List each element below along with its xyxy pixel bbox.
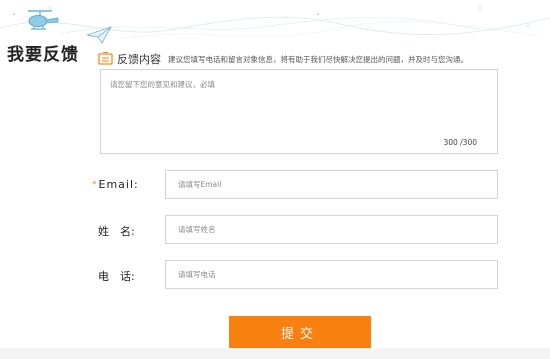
email-placeholder: 请填写Email xyxy=(178,180,222,189)
email-label-text: Email: xyxy=(98,178,139,191)
name-field[interactable]: 请填写姓名 xyxy=(165,215,498,244)
page-title: 我要反馈 xyxy=(7,45,79,65)
email-field[interactable]: 请填写Email xyxy=(165,170,498,199)
email-label: * Email: xyxy=(92,178,139,191)
feedback-textarea[interactable]: 请您留下您的意见和建议，必填 300 /300 xyxy=(100,69,498,154)
name-placeholder: 请填写姓名 xyxy=(178,225,216,234)
phone-field[interactable]: 请填写电话 xyxy=(165,260,498,289)
phone-placeholder: 请填写电话 xyxy=(178,270,216,279)
required-mark: * xyxy=(92,179,98,190)
section-description: 建议您填写电话和留言对象信息，将有助于我们尽快解决您提出的问题，并及时与您沟通。 xyxy=(168,55,468,64)
phone-label: 电 话: xyxy=(98,268,135,284)
footer-band xyxy=(0,348,550,359)
name-label-text: 姓 名: xyxy=(98,225,135,238)
feedback-section-icon xyxy=(98,52,113,65)
paper-plane-icon xyxy=(86,26,112,44)
feedback-placeholder: 请您留下您的意见和建议，必填 xyxy=(110,80,215,89)
submit-button[interactable]: 提交 xyxy=(229,316,371,349)
section-header: 反馈内容 xyxy=(98,51,161,67)
feedback-page: 我要反馈 反馈内容 建议您填写电话和留言对象信息，将有助于我们尽快解决您提出的问… xyxy=(0,0,550,359)
section-title: 反馈内容 xyxy=(117,53,161,66)
char-counter: 300 /300 xyxy=(443,138,477,147)
phone-label-text: 电 话: xyxy=(98,270,135,283)
name-label: 姓 名: xyxy=(98,223,135,239)
helicopter-icon xyxy=(28,10,59,30)
